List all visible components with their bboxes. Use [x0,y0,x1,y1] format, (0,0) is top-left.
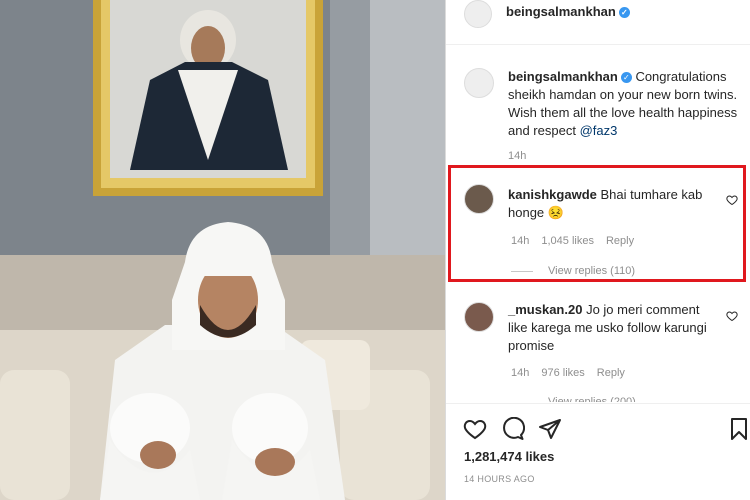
verified-badge-icon: ✓ [618,7,630,19]
author-name[interactable]: beingsalmankhan [506,4,616,19]
post-photo[interactable] [0,0,445,500]
comment-time: 14h [511,367,530,379]
comment-like-heart-icon[interactable] [726,310,738,322]
header-divider [446,44,750,45]
comment-meta: 14h 976 likes Reply [511,367,637,379]
caption-mention[interactable]: @faz3 [580,123,618,138]
comment-likes[interactable]: 976 likes [541,367,584,379]
view-replies-button[interactable]: View replies (200) [548,396,636,402]
caption: beingsalmankhan ✓ Congratulations sheikh … [508,68,738,140]
highlight-box [448,165,746,282]
post-like-count[interactable]: 1,281,474 likes [464,448,554,466]
post-author-username[interactable]: beingsalmankhan ✓ [506,3,630,21]
comment-reply-button[interactable]: Reply [597,367,625,379]
caption-username[interactable]: beingsalmankhan [508,69,618,84]
post-image [0,0,445,500]
caption-avatar[interactable] [464,68,494,98]
caption-time: 14h [508,150,527,162]
comment-avatar[interactable] [464,302,494,332]
author-avatar[interactable] [464,0,492,28]
comment-username[interactable]: _muskan.20 [508,302,582,317]
actions-divider [446,403,750,404]
post-timestamp: 14 HOURS AGO [464,474,535,484]
comment-icon[interactable] [501,417,525,441]
bookmark-icon[interactable] [727,417,750,441]
share-icon[interactable] [538,417,562,441]
comment-2: _muskan.20 Jo jo meri comment like kareg… [508,301,718,355]
verified-badge-icon: ✓ [620,72,632,84]
heart-icon[interactable] [463,417,487,441]
